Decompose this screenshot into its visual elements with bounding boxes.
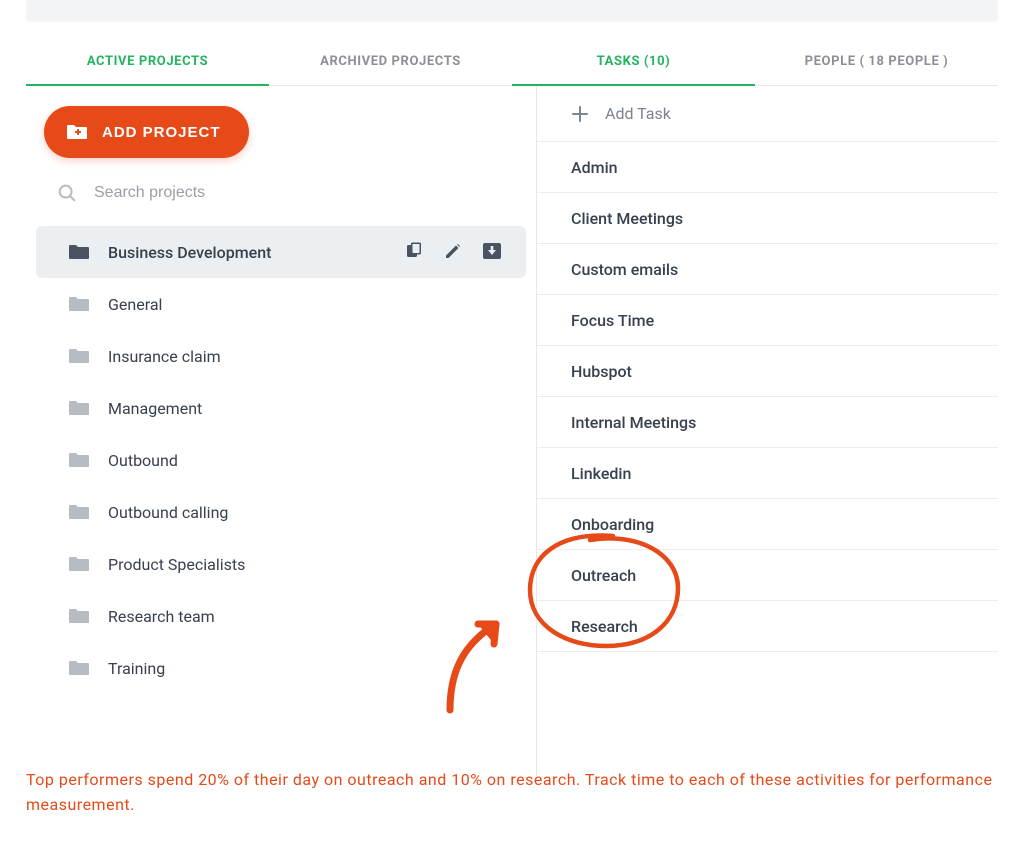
folder-icon xyxy=(68,659,90,677)
project-item-outbound[interactable]: Outbound xyxy=(36,434,526,486)
add-project-label: ADD PROJECT xyxy=(102,124,221,141)
tasks-panel: Add Task Admin Client Meetings Custom em… xyxy=(536,86,998,776)
project-item-product-specialists[interactable]: Product Specialists xyxy=(36,538,526,590)
task-item-research[interactable]: Research xyxy=(537,601,998,652)
project-item-business-development[interactable]: Business Development xyxy=(36,226,526,278)
task-item-internal-meetings[interactable]: Internal Meetings xyxy=(537,397,998,448)
task-item-client-meetings[interactable]: Client Meetings xyxy=(537,193,998,244)
main-panels: ADD PROJECT Business Development xyxy=(26,86,998,776)
project-item-general[interactable]: General xyxy=(36,278,526,330)
projects-panel: ADD PROJECT Business Development xyxy=(26,86,536,776)
tab-tasks[interactable]: TASKS (10) xyxy=(512,40,755,85)
add-task-label: Add Task xyxy=(605,104,671,123)
folder-icon xyxy=(68,607,90,625)
edit-icon[interactable] xyxy=(444,242,462,262)
project-label: Management xyxy=(108,399,506,418)
plus-icon xyxy=(571,105,589,123)
tab-bar: ACTIVE PROJECTS ARCHIVED PROJECTS TASKS … xyxy=(26,40,998,86)
task-item-hubspot[interactable]: Hubspot xyxy=(537,346,998,397)
task-item-outreach[interactable]: Outreach xyxy=(537,550,998,601)
project-label: General xyxy=(108,295,506,314)
project-item-training[interactable]: Training xyxy=(36,642,526,694)
folder-icon xyxy=(68,399,90,417)
task-item-custom-emails[interactable]: Custom emails xyxy=(537,244,998,295)
project-label: Business Development xyxy=(108,243,386,262)
project-list: Business Development xyxy=(26,226,536,694)
folder-icon xyxy=(68,451,90,469)
project-item-research-team[interactable]: Research team xyxy=(36,590,526,642)
folder-icon xyxy=(68,347,90,365)
task-item-admin[interactable]: Admin xyxy=(537,142,998,193)
tab-archived-projects[interactable]: ARCHIVED PROJECTS xyxy=(269,40,512,85)
search-icon xyxy=(56,182,78,204)
task-item-onboarding[interactable]: Onboarding xyxy=(537,499,998,550)
project-actions xyxy=(404,242,506,262)
project-label: Outbound xyxy=(108,451,506,470)
annotation-caption: Top performers spend 20% of their day on… xyxy=(26,768,998,818)
task-item-focus-time[interactable]: Focus Time xyxy=(537,295,998,346)
project-label: Outbound calling xyxy=(108,503,506,522)
folder-icon xyxy=(68,243,90,261)
search-projects-row xyxy=(26,158,536,226)
archive-icon[interactable] xyxy=(482,242,502,262)
tab-active-projects[interactable]: ACTIVE PROJECTS xyxy=(26,40,269,85)
folder-icon xyxy=(68,295,90,313)
folder-plus-icon xyxy=(66,123,88,141)
copy-icon[interactable] xyxy=(404,242,424,262)
window-topbar xyxy=(26,0,998,22)
task-item-linkedin[interactable]: Linkedin xyxy=(537,448,998,499)
project-item-management[interactable]: Management xyxy=(36,382,526,434)
folder-icon xyxy=(68,503,90,521)
left-tab-group: ACTIVE PROJECTS ARCHIVED PROJECTS xyxy=(26,40,512,85)
project-item-insurance-claim[interactable]: Insurance claim xyxy=(36,330,526,382)
project-label: Insurance claim xyxy=(108,347,506,366)
add-project-button[interactable]: ADD PROJECT xyxy=(44,106,249,158)
project-label: Training xyxy=(108,659,506,678)
project-label: Research team xyxy=(108,607,506,626)
search-projects-input[interactable] xyxy=(94,184,394,202)
folder-icon xyxy=(68,555,90,573)
right-tab-group: TASKS (10) PEOPLE ( 18 PEOPLE ) xyxy=(512,40,998,85)
tab-people[interactable]: PEOPLE ( 18 PEOPLE ) xyxy=(755,40,998,85)
add-task-button[interactable]: Add Task xyxy=(537,86,998,142)
project-item-outbound-calling[interactable]: Outbound calling xyxy=(36,486,526,538)
project-label: Product Specialists xyxy=(108,555,506,574)
